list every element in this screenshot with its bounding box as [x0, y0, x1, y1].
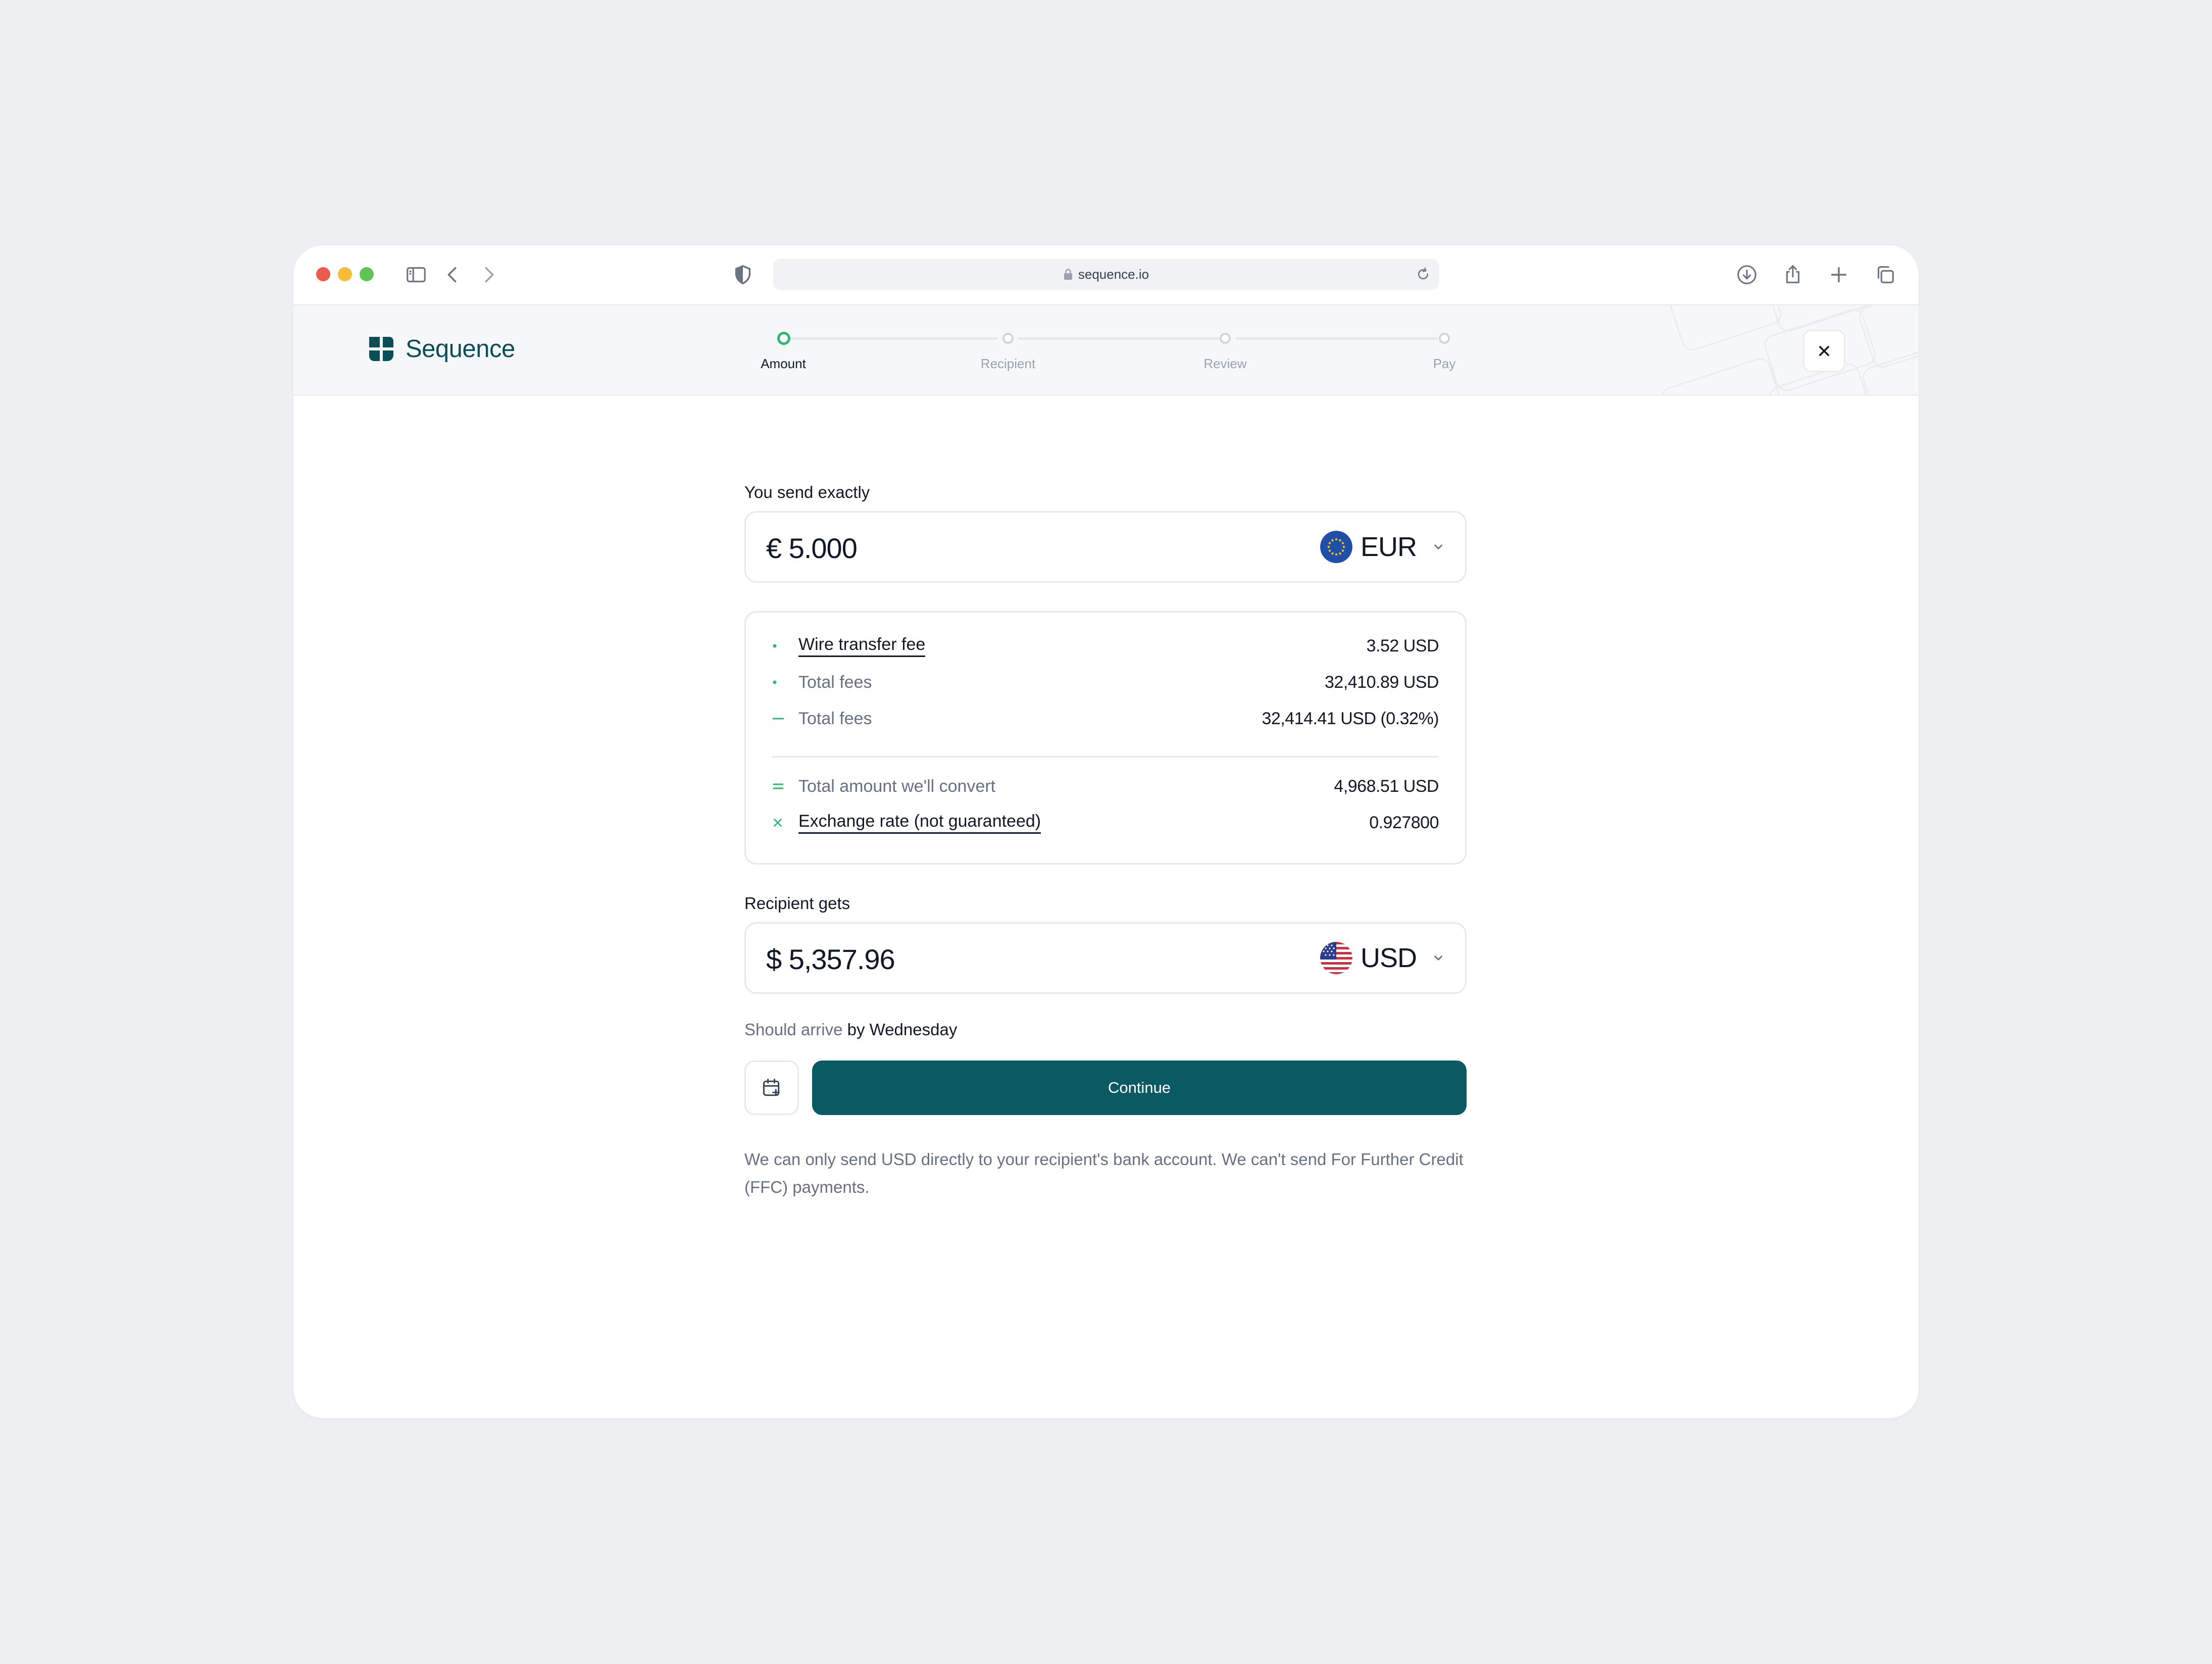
step-label-review[interactable]: Review — [1203, 356, 1246, 372]
download-icon[interactable] — [1733, 261, 1761, 289]
step-dot-recipient — [1002, 333, 1014, 344]
fee-row-label: Total fees — [798, 672, 872, 692]
minimize-window-button[interactable] — [338, 267, 352, 281]
send-label: You send exactly — [744, 483, 870, 501]
schedule-button[interactable] — [744, 1061, 799, 1115]
step-dot-pay — [1439, 333, 1450, 344]
send-amount-input[interactable]: € 5.000 — [766, 532, 858, 565]
fee-row: Total amount we'll convert 4,968.51 USD — [772, 775, 1439, 797]
receive-amount-field[interactable]: $ 5,357.96 USD — [744, 922, 1467, 994]
close-flow-button[interactable] — [1803, 330, 1845, 372]
equals-icon — [773, 783, 784, 789]
back-arrow-icon[interactable] — [438, 261, 467, 289]
fee-row-label: Total fees — [798, 709, 872, 728]
progress-stepper: Amount Recipient Review Pay — [761, 332, 1455, 377]
arrival-prefix: Should arrive — [744, 1020, 843, 1039]
brand-logo[interactable]: Sequence — [367, 335, 515, 363]
close-icon — [1819, 346, 1829, 356]
fee-row-label[interactable]: Exchange rate (not guaranteed) — [798, 812, 1041, 834]
forward-arrow-icon[interactable] — [475, 261, 503, 289]
privacy-shield-icon[interactable] — [729, 261, 757, 289]
app-header: Sequence Amount Recipient Review Pay — [293, 306, 1919, 396]
calendar-plus-icon — [763, 1079, 780, 1096]
lock-icon — [1064, 269, 1072, 280]
eu-flag-icon — [1320, 531, 1352, 563]
step-label-amount[interactable]: Amount — [761, 356, 806, 372]
browser-toolbar: sequence.io — [293, 245, 1919, 306]
chevron-down-icon — [1434, 955, 1442, 961]
fee-row-value: 3.52 USD — [1366, 636, 1439, 655]
fee-breakdown-card: Wire transfer fee 3.52 USD Total fees 32… — [744, 611, 1467, 865]
reload-icon[interactable] — [1416, 267, 1431, 282]
receive-currency-select[interactable]: USD — [1320, 942, 1445, 974]
send-currency-code: EUR — [1360, 532, 1417, 562]
step-label-recipient[interactable]: Recipient — [981, 356, 1035, 372]
fee-row-label[interactable]: Wire transfer fee — [798, 635, 926, 657]
form-actions: Continue — [744, 1061, 1467, 1115]
step-dot-amount — [777, 332, 790, 345]
tab-overview-icon[interactable] — [1871, 261, 1899, 289]
address-bar[interactable]: sequence.io — [773, 259, 1439, 290]
zoom-window-button[interactable] — [360, 267, 374, 281]
fee-row: Exchange rate (not guaranteed) 0.927800 — [772, 812, 1439, 834]
fee-row: Total fees 32,414.41 USD (0.32%) — [772, 708, 1439, 730]
continue-button[interactable]: Continue — [812, 1061, 1467, 1115]
arrival-day: by Wednesday — [847, 1020, 958, 1039]
bullet-dot-icon — [773, 644, 777, 648]
step-label-pay[interactable]: Pay — [1433, 356, 1456, 372]
fee-row-value: 32,414.41 USD (0.32%) — [1262, 709, 1439, 728]
step-connector — [790, 337, 997, 340]
send-amount-field[interactable]: € 5.000 EUR — [744, 511, 1467, 583]
sidebar-toggle-icon[interactable] — [402, 261, 430, 289]
step-connector — [1018, 337, 1225, 340]
send-currency-select[interactable]: EUR — [1320, 531, 1445, 563]
url-text: sequence.io — [1078, 266, 1149, 282]
arrival-estimate: Should arrive by Wednesday — [744, 1020, 1467, 1039]
receive-amount-input[interactable]: $ 5,357.96 — [766, 943, 895, 976]
receive-label: Recipient gets — [744, 894, 850, 913]
fee-row-label: Total amount we'll convert — [798, 776, 996, 796]
fee-row-value: 4,968.51 USD — [1334, 776, 1439, 796]
step-dot-review — [1220, 333, 1231, 344]
ffc-notice: We can only send USD directly to your re… — [744, 1150, 1464, 1196]
brand-name: Sequence — [406, 335, 515, 363]
minus-icon — [772, 718, 784, 720]
close-window-button[interactable] — [316, 267, 330, 281]
us-flag-icon — [1320, 942, 1352, 974]
share-icon[interactable] — [1779, 261, 1807, 289]
sequence-logo-icon — [369, 337, 393, 361]
new-tab-plus-icon[interactable] — [1825, 261, 1853, 289]
transfer-form: You send exactly € 5.000 EUR Wire transf… — [744, 483, 1467, 1201]
fee-row: Total fees 32,410.89 USD — [772, 671, 1439, 693]
fee-row-value: 0.927800 — [1369, 813, 1439, 832]
fee-row-value: 32,410.89 USD — [1325, 672, 1439, 692]
breakdown-divider — [772, 756, 1439, 758]
multiply-icon — [774, 819, 782, 827]
receive-currency-code: USD — [1360, 943, 1417, 973]
step-connector — [1236, 337, 1438, 340]
fee-row: Wire transfer fee 3.52 USD — [772, 635, 1439, 657]
chevron-down-icon — [1434, 544, 1442, 549]
browser-window: sequence.io Sequence Amount Recipient Re… — [293, 245, 1919, 1418]
bullet-dot-icon — [773, 680, 777, 684]
